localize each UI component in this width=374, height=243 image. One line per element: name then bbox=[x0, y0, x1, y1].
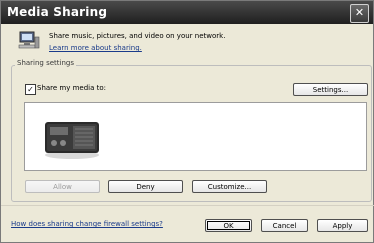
learn-more-link[interactable]: Learn more about sharing. bbox=[49, 44, 142, 52]
cancel-button[interactable]: Cancel bbox=[261, 219, 308, 232]
customize-button[interactable]: Customize... bbox=[192, 180, 267, 193]
share-media-label: Share my media to: bbox=[37, 84, 107, 92]
settings-button[interactable]: Settings... bbox=[293, 83, 368, 96]
sharing-settings-label: Sharing settings bbox=[15, 59, 77, 67]
intro-description: Share music, pictures, and video on your… bbox=[49, 32, 226, 40]
ok-button[interactable]: OK bbox=[205, 219, 252, 232]
window-title: Media Sharing bbox=[7, 5, 108, 19]
radio-device-icon[interactable] bbox=[42, 116, 102, 159]
close-button[interactable]: ✕ bbox=[350, 4, 369, 23]
device-list[interactable] bbox=[24, 102, 367, 171]
deny-button[interactable]: Deny bbox=[108, 180, 183, 193]
apply-button[interactable]: Apply bbox=[317, 219, 368, 232]
network-computer-icon bbox=[18, 31, 40, 49]
footer-divider bbox=[1, 205, 374, 206]
firewall-help-link[interactable]: How does sharing change firewall setting… bbox=[11, 220, 163, 228]
title-bar: Media Sharing ✕ bbox=[1, 1, 373, 24]
allow-button[interactable]: Allow bbox=[25, 180, 100, 193]
media-sharing-dialog: Media Sharing ✕ Share music, pictures, a… bbox=[0, 0, 374, 243]
share-media-checkbox[interactable]: ✓ bbox=[25, 84, 36, 95]
